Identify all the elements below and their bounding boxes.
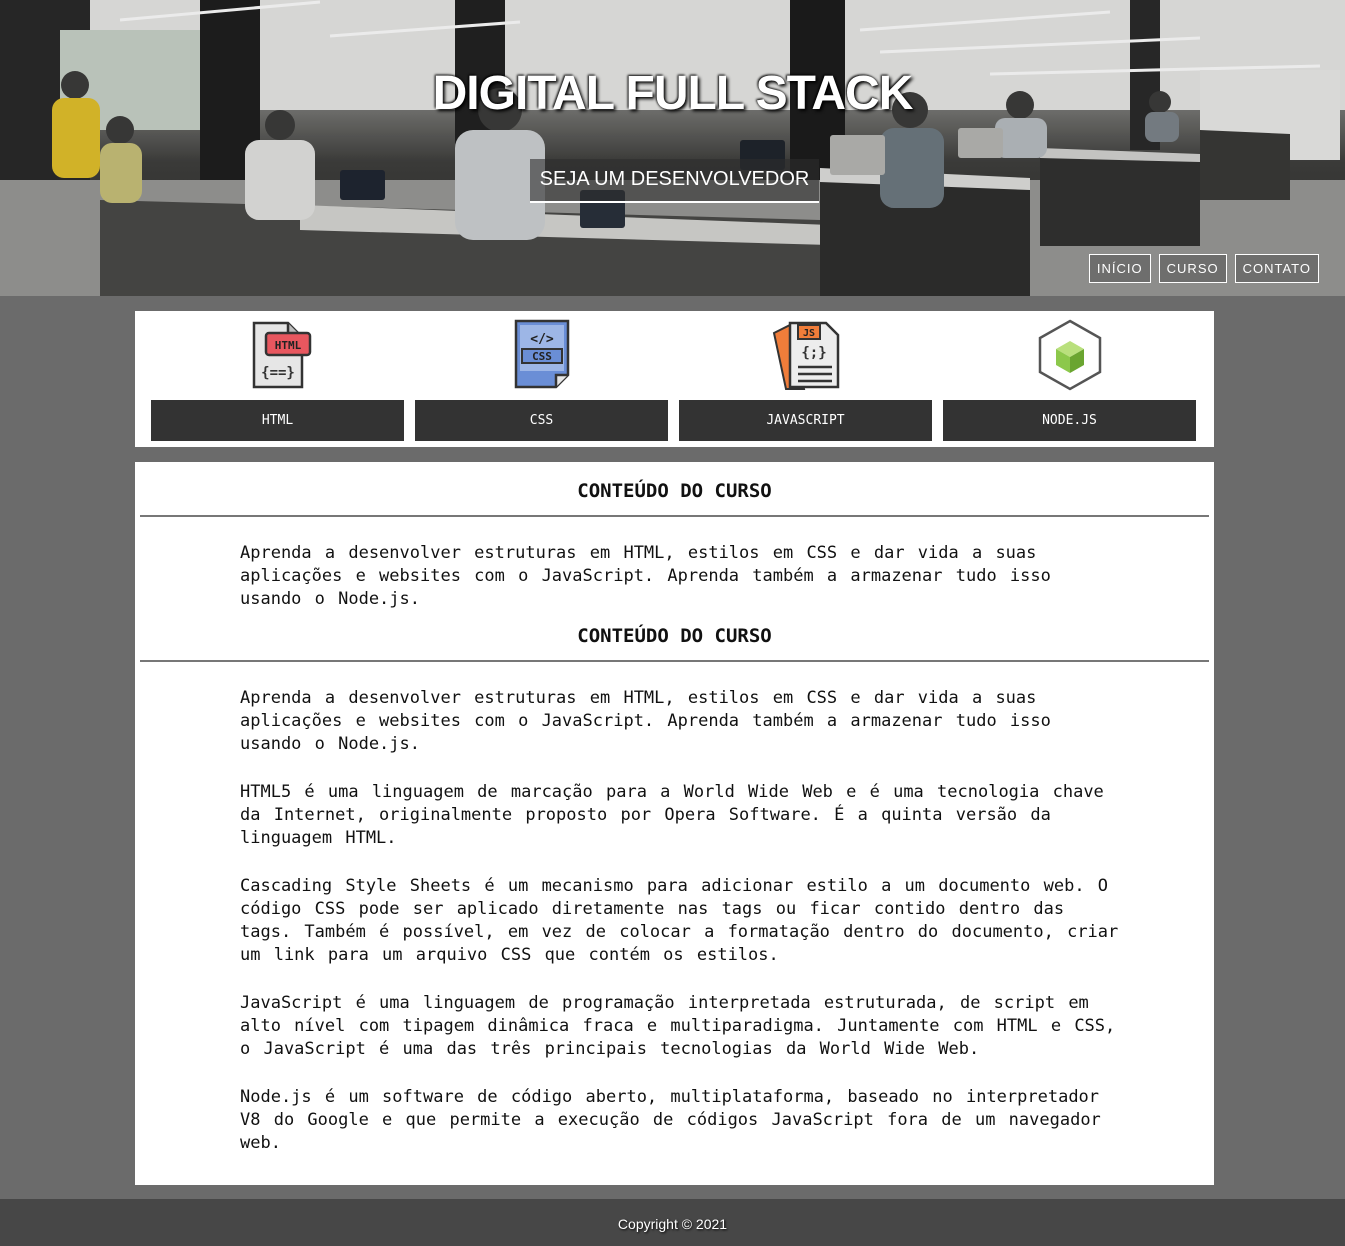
tech-card-css: </> CSS CSS — [415, 311, 668, 447]
nav-link-contato[interactable]: CONTATO — [1234, 254, 1319, 283]
section-title: CONTEÚDO DO CURSO — [577, 480, 772, 502]
intro-paragraph: Aprenda a desenvolver estruturas em HTML… — [240, 688, 1051, 754]
tech-button-nodejs[interactable]: NODE.JS — [943, 400, 1196, 441]
svg-text:</>: </> — [530, 332, 554, 347]
tech-button-html[interactable]: HTML — [151, 400, 404, 441]
javascript-file-icon: JS {;} — [772, 321, 839, 390]
hero-banner: DIGITAL FULL STACK SEJA UM DESENVOLVEDOR… — [0, 0, 1345, 296]
technologies-panel: HTML {==} HTML </> CSS CSS JS {;} JAVASC… — [135, 311, 1214, 447]
become-developer-button[interactable]: SEJA UM DESENVOLVEDOR — [530, 159, 819, 203]
copyright-text: Copyright © 2021 — [617, 1216, 728, 1232]
nodejs-cube-icon — [1038, 319, 1101, 391]
site-title: DIGITAL FULL STACK — [432, 67, 914, 120]
hero-photo — [0, 0, 1345, 296]
tech-button-javascript[interactable]: JAVASCRIPT — [679, 400, 932, 441]
html-paragraph: HTML5 é uma linguagem de marcação para a… — [240, 782, 1104, 848]
tech-card-javascript: JS {;} JAVASCRIPT — [679, 311, 932, 447]
divider — [140, 660, 1209, 662]
svg-text:{==}: {==} — [261, 365, 295, 381]
svg-text:{;}: {;} — [801, 345, 826, 361]
divider — [140, 515, 1209, 517]
nav-link-inicio[interactable]: INÍCIO — [1088, 254, 1151, 283]
nodejs-paragraph: Node.js é um software de código aberto, … — [240, 1087, 1101, 1153]
svg-text:HTML: HTML — [274, 339, 301, 352]
tech-card-html: HTML {==} HTML — [151, 311, 404, 447]
course-content: CONTEÚDO DO CURSO Aprenda a desenvolver … — [135, 462, 1214, 1185]
javascript-paragraph: JavaScript é uma linguagem de programaçã… — [240, 993, 1116, 1059]
tech-card-nodejs: NODE.JS — [943, 311, 1196, 447]
svg-text:JS: JS — [802, 328, 814, 339]
svg-text:CSS: CSS — [532, 350, 552, 363]
section-title: CONTEÚDO DO CURSO — [577, 625, 772, 647]
html-file-icon: HTML {==} — [252, 321, 311, 389]
css-file-icon: </> CSS — [514, 319, 569, 389]
main-nav: INÍCIO CURSO CONTATO — [1088, 254, 1319, 283]
tech-button-css[interactable]: CSS — [415, 400, 668, 441]
footer: Copyright © 2021 — [0, 1199, 1345, 1246]
css-paragraph: Cascading Style Sheets é um mecanismo pa… — [240, 876, 1119, 965]
nav-link-curso[interactable]: CURSO — [1158, 254, 1227, 283]
intro-paragraph: Aprenda a desenvolver estruturas em HTML… — [240, 543, 1051, 609]
